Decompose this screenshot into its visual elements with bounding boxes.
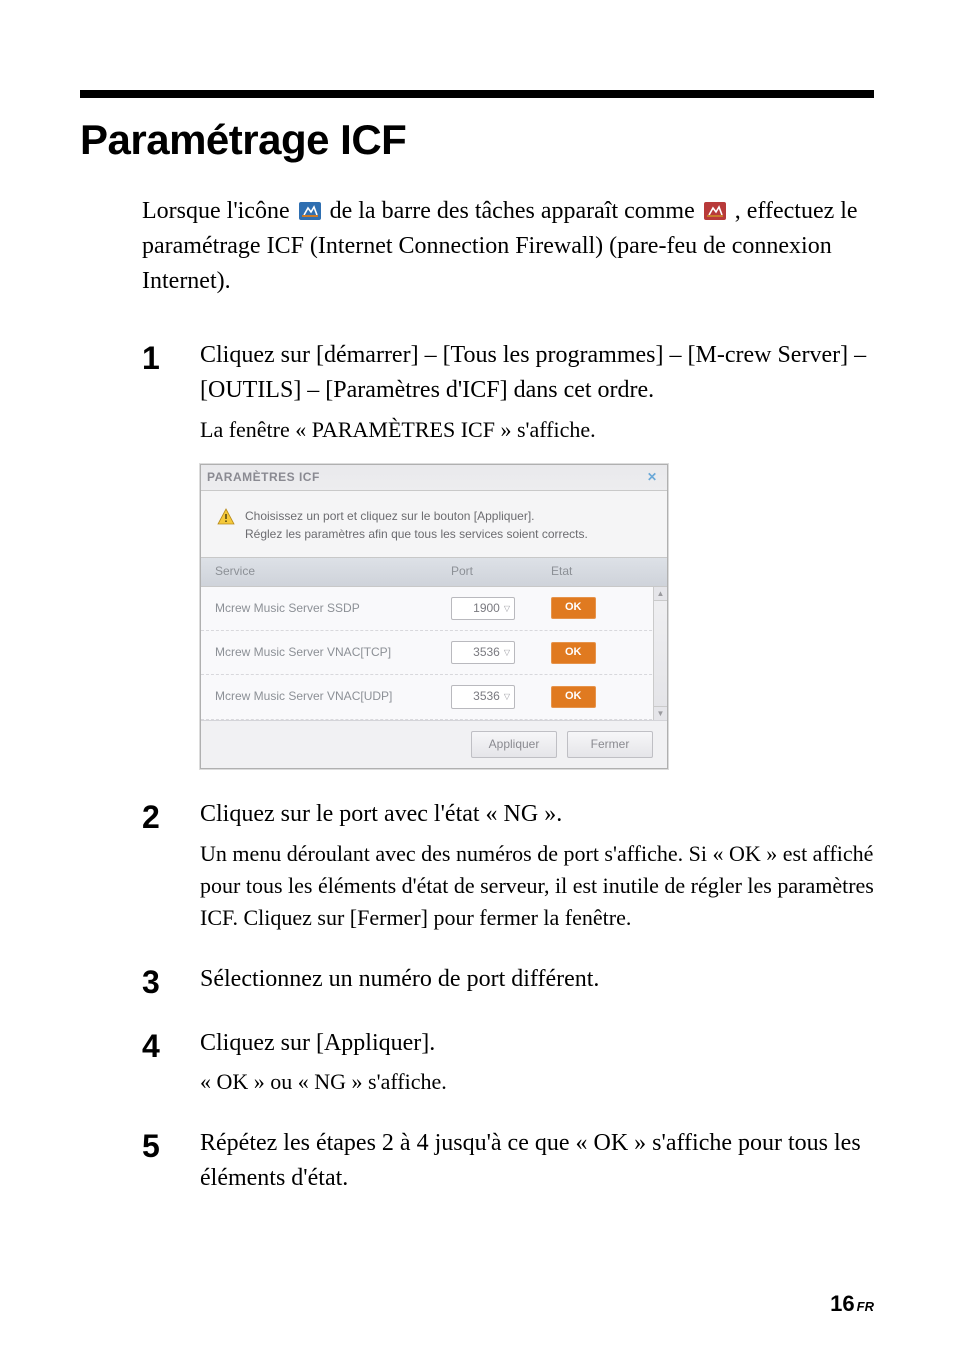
scroll-up-icon[interactable]: ▲: [654, 587, 667, 601]
page-number: 16FR: [830, 1291, 874, 1317]
scrollbar[interactable]: ▲ ▼: [653, 587, 667, 720]
step-sub-text: « OK » ou « NG » s'affiche.: [200, 1066, 874, 1098]
chevron-down-icon: ▽: [504, 603, 510, 615]
col-service: Service: [215, 563, 451, 580]
step-main-text: Sélectionnez un numéro de port différent…: [200, 962, 874, 997]
step-body: Cliquez sur le port avec l'état « NG ». …: [200, 797, 874, 933]
col-state: Etat: [551, 563, 651, 580]
table-body: Mcrew Music Server SSDP 1900 ▽ OK Mcrew M…: [201, 587, 667, 720]
step-main-text: Cliquez sur [démarrer] – [Tous les progr…: [200, 338, 874, 408]
step-main-text: Cliquez sur le port avec l'état « NG ».: [200, 797, 874, 832]
step-body: Cliquez sur [démarrer] – [Tous les progr…: [200, 338, 874, 769]
table-row[interactable]: Mcrew Music Server SSDP 1900 ▽ OK: [201, 587, 667, 631]
table-row[interactable]: Mcrew Music Server VNAC[TCP] 3536 ▽ OK: [201, 631, 667, 675]
intro-paragraph: Lorsque l'icône de la barre des tâches a…: [142, 194, 874, 298]
port-value: 1900: [473, 600, 500, 617]
step-1: 1 Cliquez sur [démarrer] – [Tous les pro…: [142, 338, 874, 769]
service-name: Mcrew Music Server VNAC[UDP]: [215, 688, 451, 705]
step-4: 4 Cliquez sur [Appliquer]. « OK » ou « N…: [142, 1026, 874, 1099]
icf-settings-dialog: PARAMÈTRES ICF ✕ Choisissez un port et c…: [200, 464, 668, 769]
table-row[interactable]: Mcrew Music Server VNAC[UDP] 3536 ▽ OK: [201, 675, 667, 719]
step-number: 4: [142, 1026, 192, 1099]
service-name: Mcrew Music Server SSDP: [215, 600, 451, 617]
step-body: Sélectionnez un numéro de port différent…: [200, 962, 874, 998]
step-body: Cliquez sur [Appliquer]. « OK » ou « NG …: [200, 1026, 874, 1099]
port-select[interactable]: 3536 ▽: [451, 641, 515, 664]
port-value: 3536: [473, 644, 500, 661]
dialog-message: Choisissez un port et cliquez sur le bou…: [201, 491, 667, 557]
warning-icon: [217, 508, 235, 526]
step-5: 5 Répétez les étapes 2 à 4 jusqu'à ce qu…: [142, 1126, 874, 1196]
status-badge: OK: [551, 686, 596, 708]
dialog-msg-line1: Choisissez un port et cliquez sur le bou…: [245, 507, 588, 525]
intro-text-b: de la barre des tâches apparaît comme: [330, 198, 701, 224]
close-button[interactable]: Fermer: [567, 731, 653, 758]
step-3: 3 Sélectionnez un numéro de port différe…: [142, 962, 874, 998]
scroll-down-icon[interactable]: ▼: [654, 706, 667, 720]
step-main-text: Cliquez sur [Appliquer].: [200, 1026, 874, 1061]
page-lang: FR: [857, 1299, 874, 1314]
port-select[interactable]: 3536 ▽: [451, 685, 515, 708]
taskbar-icon-normal: [299, 202, 321, 220]
document-page: Paramétrage ICF Lorsque l'icône de la ba…: [0, 0, 954, 1357]
dialog-footer: Appliquer Fermer: [201, 720, 667, 768]
step-number: 2: [142, 797, 192, 933]
port-value: 3536: [473, 688, 500, 705]
chevron-down-icon: ▽: [504, 647, 510, 659]
dialog-message-text: Choisissez un port et cliquez sur le bou…: [245, 507, 588, 543]
chevron-down-icon: ▽: [504, 691, 510, 703]
page-number-value: 16: [830, 1291, 854, 1316]
intro-text-a: Lorsque l'icône: [142, 198, 296, 224]
port-select[interactable]: 1900 ▽: [451, 597, 515, 620]
service-name: Mcrew Music Server VNAC[TCP]: [215, 644, 451, 661]
steps-list: 1 Cliquez sur [démarrer] – [Tous les pro…: [142, 338, 874, 1196]
status-badge: OK: [551, 597, 596, 619]
page-title: Paramétrage ICF: [80, 116, 874, 164]
step-number: 1: [142, 338, 192, 769]
title-rule: [80, 90, 874, 98]
step-body: Répétez les étapes 2 à 4 jusqu'à ce que …: [200, 1126, 874, 1196]
step-sub-text: Un menu déroulant avec des numéros de po…: [200, 838, 874, 934]
dialog-title-text: PARAMÈTRES ICF: [207, 469, 320, 486]
step-sub-text: La fenêtre « PARAMÈTRES ICF » s'affiche.: [200, 414, 874, 446]
table-header-row: Service Port Etat: [201, 557, 667, 586]
dialog-titlebar: PARAMÈTRES ICF ✕: [201, 465, 667, 491]
close-icon[interactable]: ✕: [643, 469, 661, 486]
step-main-text: Répétez les étapes 2 à 4 jusqu'à ce que …: [200, 1126, 874, 1196]
step-number: 3: [142, 962, 192, 998]
step-number: 5: [142, 1126, 192, 1196]
taskbar-icon-warning: [704, 202, 726, 220]
dialog-msg-line2: Réglez les paramètres afin que tous les …: [245, 525, 588, 543]
status-badge: OK: [551, 642, 596, 664]
col-port: Port: [451, 563, 551, 580]
step-2: 2 Cliquez sur le port avec l'état « NG »…: [142, 797, 874, 933]
apply-button[interactable]: Appliquer: [471, 731, 557, 758]
